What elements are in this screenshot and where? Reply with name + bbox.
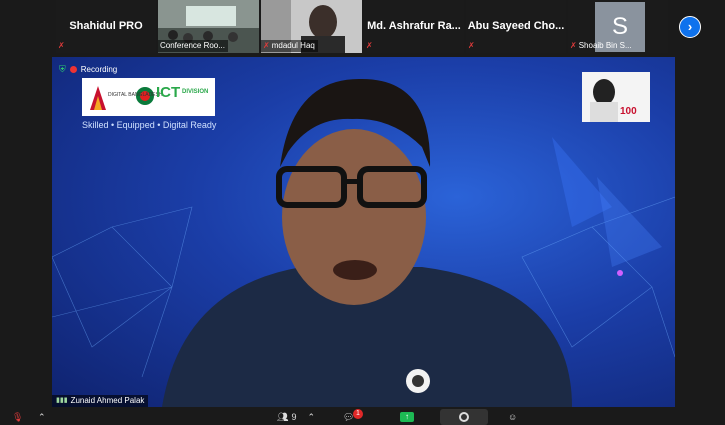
shield-icon: ⛨ <box>59 64 66 74</box>
mic-muted-icon: ✗ <box>570 41 577 50</box>
participant-name: Abu Sayeed Cho... <box>467 20 565 32</box>
speaker-name-label: ▮▮▮ Zunaid Ahmed Palak <box>52 395 149 407</box>
chevron-up-icon: ⌃ <box>307 411 315 422</box>
mic-muted-icon: 🎙︎ <box>12 411 24 422</box>
participant-label: ✗ Shoaib Bin S... <box>570 41 632 50</box>
participant-name: Md. Ashrafur Ra... <box>367 20 461 32</box>
next-page-button[interactable]: › <box>679 16 701 38</box>
digital-bangladesh-text: DIGITAL BANGLADESH <box>108 92 163 98</box>
participant-tile[interactable]: Conference Roo... <box>158 0 259 53</box>
reactions-button[interactable]: ☺︎ <box>508 409 517 425</box>
participant-label: ✗ <box>364 40 376 52</box>
chat-button[interactable]: 💬︎ 1 <box>343 409 363 425</box>
share-screen-icon: ↑ <box>400 412 414 422</box>
unmute-button[interactable]: 🎙︎ <box>12 409 23 425</box>
audio-options-button[interactable]: ⌃ <box>38 409 46 425</box>
participant-tile[interactable]: Abu Sayeed Cho... ✗ <box>466 0 566 53</box>
mic-muted-icon: ✗ <box>366 41 373 50</box>
participant-tile[interactable]: S ✗ Shoaib Bin S... <box>568 0 668 53</box>
svg-text:100: 100 <box>620 106 637 117</box>
recording-dot-icon <box>69 66 77 73</box>
ict-division-text: DIVISION <box>182 89 209 95</box>
participant-strip: Shahidul PRO ✗ Conference Roo... ✗ mdadu… <box>0 0 725 55</box>
participant-name: Shahidul PRO <box>69 20 143 32</box>
participants-icon: 👥︎ <box>277 411 289 422</box>
mujib100-logo: 100 <box>582 72 650 122</box>
mic-muted-icon: ✗ <box>263 41 270 50</box>
recording-indicator: ⛨ Recording <box>59 64 118 74</box>
participants-button[interactable]: 👥︎ 9 ⌃ <box>277 409 315 425</box>
participant-label: ✗ <box>466 40 478 52</box>
ict-text: ICT <box>156 84 181 101</box>
ict-division-logo: DIGITAL BANGLADESH ICT DIVISION <box>82 78 215 116</box>
chevron-up-icon: ⌃ <box>38 411 46 422</box>
participant-label: ✗ mdadul Haq <box>261 40 318 52</box>
participant-label: Conference Roo... <box>158 40 228 52</box>
participant-tile[interactable]: Shahidul PRO ✗ <box>56 0 156 53</box>
record-button[interactable] <box>440 409 488 425</box>
participant-label: ✗ <box>56 40 68 52</box>
emoji-icon: ☺︎ <box>508 412 518 422</box>
chat-badge: 1 <box>353 409 363 419</box>
meeting-toolbar: 🎙︎ ⌃ 👥︎ 9 ⌃ 💬︎ 1 ↑ ☺︎ <box>0 409 725 425</box>
signal-strength-icon: ▮▮▮ <box>56 397 68 404</box>
speaker-video: ⛨ Recording DIGITAL BANGLADESH ICT DIVIS… <box>52 57 675 407</box>
mic-muted-icon: ✗ <box>58 41 65 50</box>
tagline: Skilled • Equipped • Digital Ready <box>82 120 217 130</box>
participant-tile[interactable]: ✗ mdadul Haq <box>261 0 362 53</box>
record-icon <box>459 412 469 422</box>
participant-tile[interactable]: Md. Ashrafur Ra... ✗ <box>364 0 464 53</box>
mic-muted-icon: ✗ <box>468 41 475 50</box>
share-screen-button[interactable]: ↑ <box>400 409 414 425</box>
